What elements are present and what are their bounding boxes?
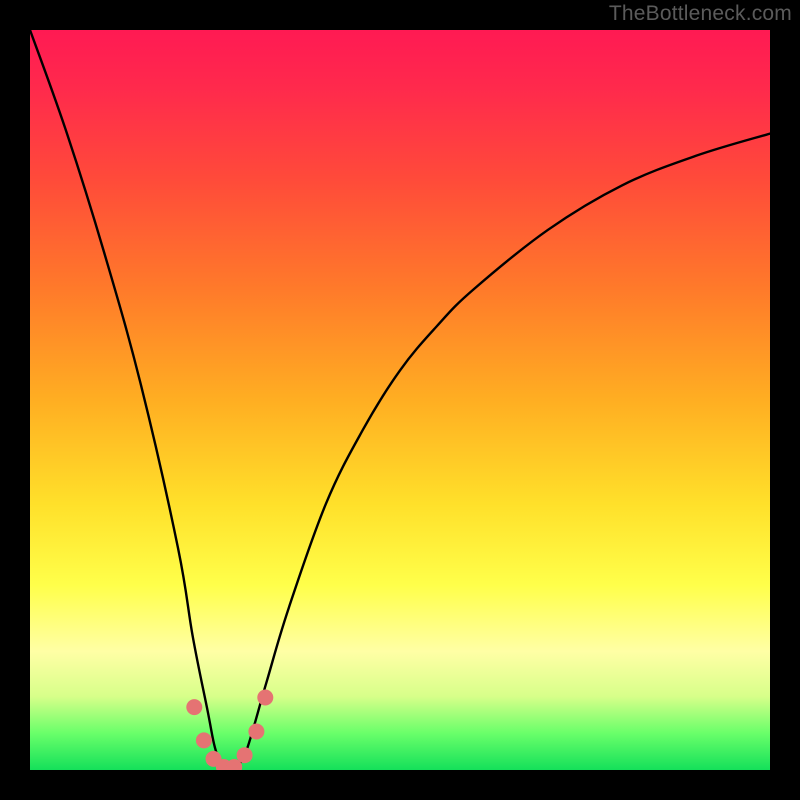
highlight-marker-dot <box>257 690 273 706</box>
highlight-marker-dot <box>196 732 212 748</box>
highlight-marker-dot <box>248 724 264 740</box>
bottleneck-curve-line <box>30 30 770 770</box>
bottleneck-curve-svg <box>30 30 770 770</box>
highlight-marker-dot <box>237 747 253 763</box>
watermark-text: TheBottleneck.com <box>609 2 792 26</box>
chart-plot-area <box>30 30 770 770</box>
highlight-marker-dot <box>186 699 202 715</box>
highlight-markers <box>186 690 273 771</box>
